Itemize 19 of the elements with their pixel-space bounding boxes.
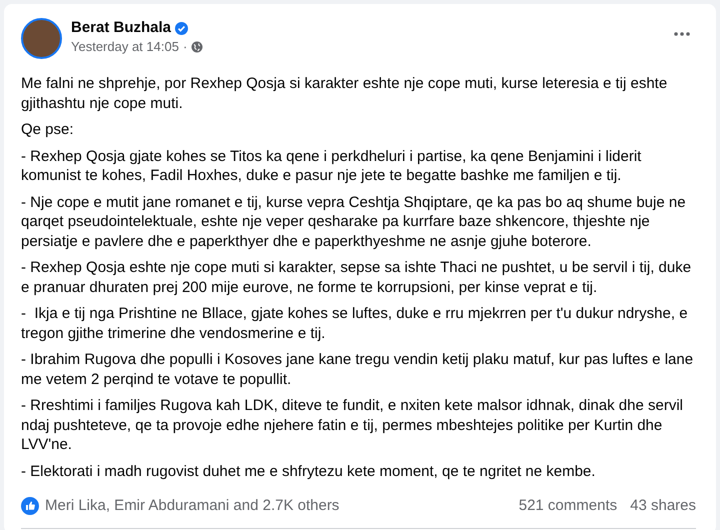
like-icon — [21, 497, 39, 516]
avatar[interactable] — [21, 18, 62, 59]
post-paragraph: - Nje cope e mutit jane romanet e tij, kurse vepra Ceshtja Shqiptare, qe ka pas bo aq shume buje ne qarqet pseudointelektuale, eshte nje veper qesharake pa kurrfare baze shkencore, thjeshte nje persiatje e pavlere dhe e paperkthyer dhe e paperkthyeshme ne asnje gjuhe boterore. — [21, 192, 687, 251]
author-name[interactable]: Berat Buzhala — [71, 18, 172, 38]
comments-count[interactable]: 521 comments — [518, 495, 618, 518]
post-paragraph: - Elektorati i madh rugovist duhet me e shfrytezu kete moment, qe te ngritet ne kembe. — [21, 462, 596, 481]
post-paragraph: - Rexhep Qosja eshte nje cope muti si karakter, sepse sa ishte Thaci ne pushtet, u be servil i tij, duke e pranuar dhuraten prej 200 mije eurove, ne forme te korrupsioni, per kinse veprat e tij. — [21, 258, 692, 297]
globe-icon — [191, 41, 204, 53]
post-paragraph: - Ikja e tij nga Prishtine ne Bllace, gjate kohes se luftes, duke e rru mjekrren per t'u dukur ndryshe, e tregon gjithe trimerine dhe vendosmerine e tij. — [21, 304, 689, 343]
post-paragraph: - Rexhep Qosja gjate kohes se Titos ka qene i perkdheluri i partise, ka qene Benjamini i liderit komunist te kohes, Fadil Hoxhes, duke e pasur nje jete te begatte bashke me familjen e tij. — [21, 146, 642, 186]
post-paragraph: Me falni ne shprehje, por Rexhep Qosja si karakter eshte nje cope muti, kurse leteresia e tij eshte gjithashtu nje cope muti. — [21, 74, 668, 113]
more-icon — [674, 32, 690, 36]
shares-count[interactable]: 43 shares — [630, 495, 696, 518]
reactions-summary[interactable]: Meri Lika, Emir Abduramani and 2.7K others — [45, 495, 340, 518]
separator-dot: · — [182, 38, 188, 56]
post-paragraph: - Rreshtimi i familjes Rugova kah LDK, diteve te fundit, e nxiten kete malsor idhnak, dinak dhe servil ndaj pushteteve, qe ta provoje edhe njehere fatin e tij, permes mbeshtejes politike per Kurtin dhe LVV'ne. — [21, 396, 684, 454]
post-paragraph: Qe pse: — [21, 120, 75, 140]
timestamp[interactable]: Yesterday at 14:05 — [71, 38, 179, 56]
post-paragraph: - Ibrahim Rugova dhe populli i Kosoves jane kane tregu vendin ketij plaku matuf, kur pas luftes e lane me vetem 2 perqind te votave te popullit. — [21, 350, 694, 389]
